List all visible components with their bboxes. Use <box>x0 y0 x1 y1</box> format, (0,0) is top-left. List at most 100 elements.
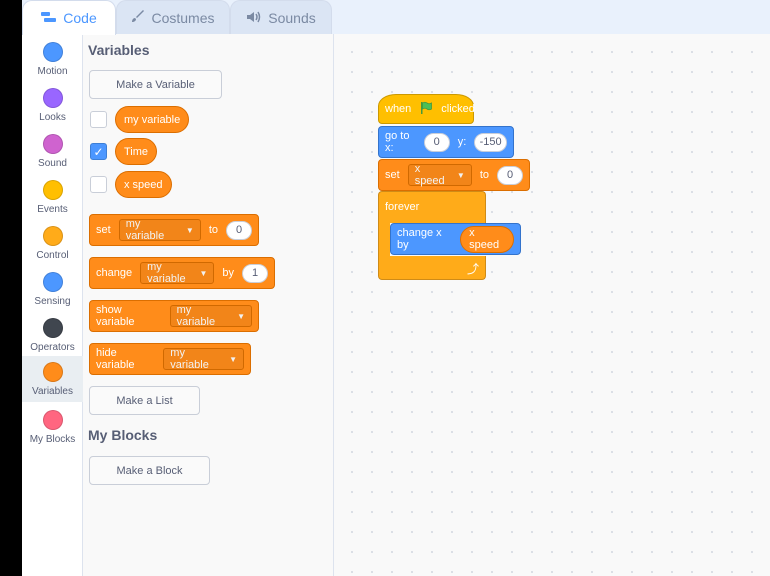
dropdown-value: my variable <box>147 261 186 285</box>
variable-reporter[interactable]: x speed <box>115 171 172 198</box>
variable-dropdown[interactable]: x speed ▼ <box>407 163 472 187</box>
variable-checkbox-checked[interactable]: ✓ <box>90 143 107 160</box>
category-label: Variables <box>32 386 73 397</box>
block-label: by <box>222 267 234 279</box>
category-label: Control <box>36 250 69 261</box>
set-variable-block[interactable]: set x speed ▼ to 0 <box>378 159 530 191</box>
dropdown-value: my variable <box>170 347 209 371</box>
tab-sounds[interactable]: Sounds <box>230 0 332 34</box>
caret-down-icon: ▼ <box>237 311 245 321</box>
block-label: set <box>96 224 111 236</box>
variables-heading: Variables <box>88 42 150 58</box>
block-label: set <box>385 169 400 181</box>
when-flag-clicked-block[interactable]: when clicked <box>378 94 475 124</box>
tab-costumes-label: Costumes <box>151 9 215 26</box>
operators-dot-icon <box>42 318 63 338</box>
block-label: to <box>479 169 489 181</box>
block-label: change <box>96 267 133 279</box>
dropdown-value: my variable <box>176 304 216 328</box>
forever-block[interactable]: forever <box>378 191 486 223</box>
forever-arm <box>378 222 390 258</box>
caret-down-icon: ▼ <box>199 268 208 278</box>
block-label: y: <box>457 136 467 148</box>
block-label: hide variable <box>96 347 135 371</box>
sound-dot-icon <box>42 134 63 154</box>
variable-checkbox[interactable] <box>90 176 107 193</box>
checkmark-icon: ✓ <box>93 144 104 159</box>
variable-reporter[interactable]: Time <box>115 138 158 165</box>
set-variable-block[interactable]: set my variable ▼ to 0 <box>89 214 259 246</box>
x-speed-reporter[interactable]: x speed <box>460 225 514 253</box>
tab-code[interactable]: Code <box>22 0 116 35</box>
hide-variable-block[interactable]: hide variable my variable ▼ <box>89 343 251 375</box>
value-input[interactable]: 1 <box>242 263 268 283</box>
my-blocks-dot-icon <box>42 410 63 430</box>
show-variable-block[interactable]: show variable my variable ▼ <box>89 300 259 332</box>
x-input[interactable]: 0 <box>423 132 450 152</box>
block-label: to <box>208 224 218 236</box>
value-input[interactable]: 0 <box>226 220 252 240</box>
variable-dropdown[interactable]: my variable ▼ <box>163 347 244 371</box>
variable-dropdown[interactable]: my variable ▼ <box>140 261 215 285</box>
control-dot-icon <box>42 226 63 246</box>
change-x-by-block[interactable]: change x by x speed <box>390 223 521 255</box>
tab-code-label: Code <box>63 10 97 26</box>
category-sensing[interactable]: Sensing <box>22 266 83 312</box>
category-events[interactable]: Events <box>22 174 83 220</box>
code-icon <box>41 10 57 26</box>
dropdown-value: my variable <box>125 218 165 242</box>
caret-down-icon: ▼ <box>229 354 237 364</box>
category-label: Events <box>37 204 68 215</box>
my-blocks-heading: My Blocks <box>88 427 158 443</box>
tab-costumes[interactable]: Costumes <box>116 0 230 34</box>
category-label: My Blocks <box>29 434 76 445</box>
script-workspace[interactable]: when clicked go to x: 0 y: -150 set x sp… <box>334 34 770 576</box>
speaker-icon <box>246 10 262 26</box>
caret-down-icon: ▼ <box>185 225 194 235</box>
variable-dropdown[interactable]: my variable ▼ <box>169 304 252 328</box>
category-label: Sound <box>38 158 67 169</box>
change-variable-block[interactable]: change my variable ▼ by 1 <box>89 257 275 289</box>
category-sound[interactable]: Sound <box>22 128 83 174</box>
category-variables[interactable]: Variables <box>22 356 83 402</box>
category-label: Motion <box>37 66 68 77</box>
category-label: Operators <box>30 342 75 353</box>
block-label: when <box>385 103 412 115</box>
caret-down-icon: ▼ <box>456 170 465 180</box>
category-looks[interactable]: Looks <box>22 82 83 128</box>
events-dot-icon <box>42 180 63 200</box>
forever-bottom: ⤴ <box>378 256 486 280</box>
tab-sounds-label: Sounds <box>268 9 316 26</box>
category-menu: Motion Looks Sound Events Control Sensin… <box>22 34 83 576</box>
value-input[interactable]: 0 <box>497 165 523 185</box>
variable-reporter[interactable]: my variable <box>115 106 190 133</box>
dropdown-value: x speed <box>414 163 445 187</box>
green-flag-icon <box>419 101 433 118</box>
variables-dot-icon <box>42 362 63 382</box>
make-block-button[interactable]: Make a Block <box>89 456 210 485</box>
block-label: show variable <box>96 304 135 328</box>
category-label: Sensing <box>34 296 71 307</box>
block-label: go to x: <box>385 130 410 154</box>
category-my-blocks[interactable]: My Blocks <box>22 404 83 450</box>
window-edge <box>0 0 22 576</box>
go-to-xy-block[interactable]: go to x: 0 y: -150 <box>378 126 514 158</box>
brush-icon <box>131 9 145 26</box>
category-operators[interactable]: Operators <box>22 312 83 358</box>
block-label: forever <box>385 201 420 213</box>
make-variable-button[interactable]: Make a Variable <box>89 70 222 99</box>
variable-dropdown[interactable]: my variable ▼ <box>118 218 201 242</box>
variable-checkbox[interactable] <box>90 111 107 128</box>
looks-dot-icon <box>42 88 63 108</box>
y-input[interactable]: -150 <box>474 132 507 152</box>
tab-bar: Code Costumes Sounds <box>22 0 770 35</box>
make-list-button[interactable]: Make a List <box>89 386 200 415</box>
loop-arrow-icon: ⤴ <box>466 262 479 276</box>
motion-dot-icon <box>42 42 63 62</box>
block-label: clicked <box>441 103 475 115</box>
category-motion[interactable]: Motion <box>22 36 83 82</box>
block-palette: Variables Make a Variable my variable ✓ … <box>83 34 334 576</box>
category-label: Looks <box>39 112 66 123</box>
category-control[interactable]: Control <box>22 220 83 266</box>
sensing-dot-icon <box>42 272 63 292</box>
